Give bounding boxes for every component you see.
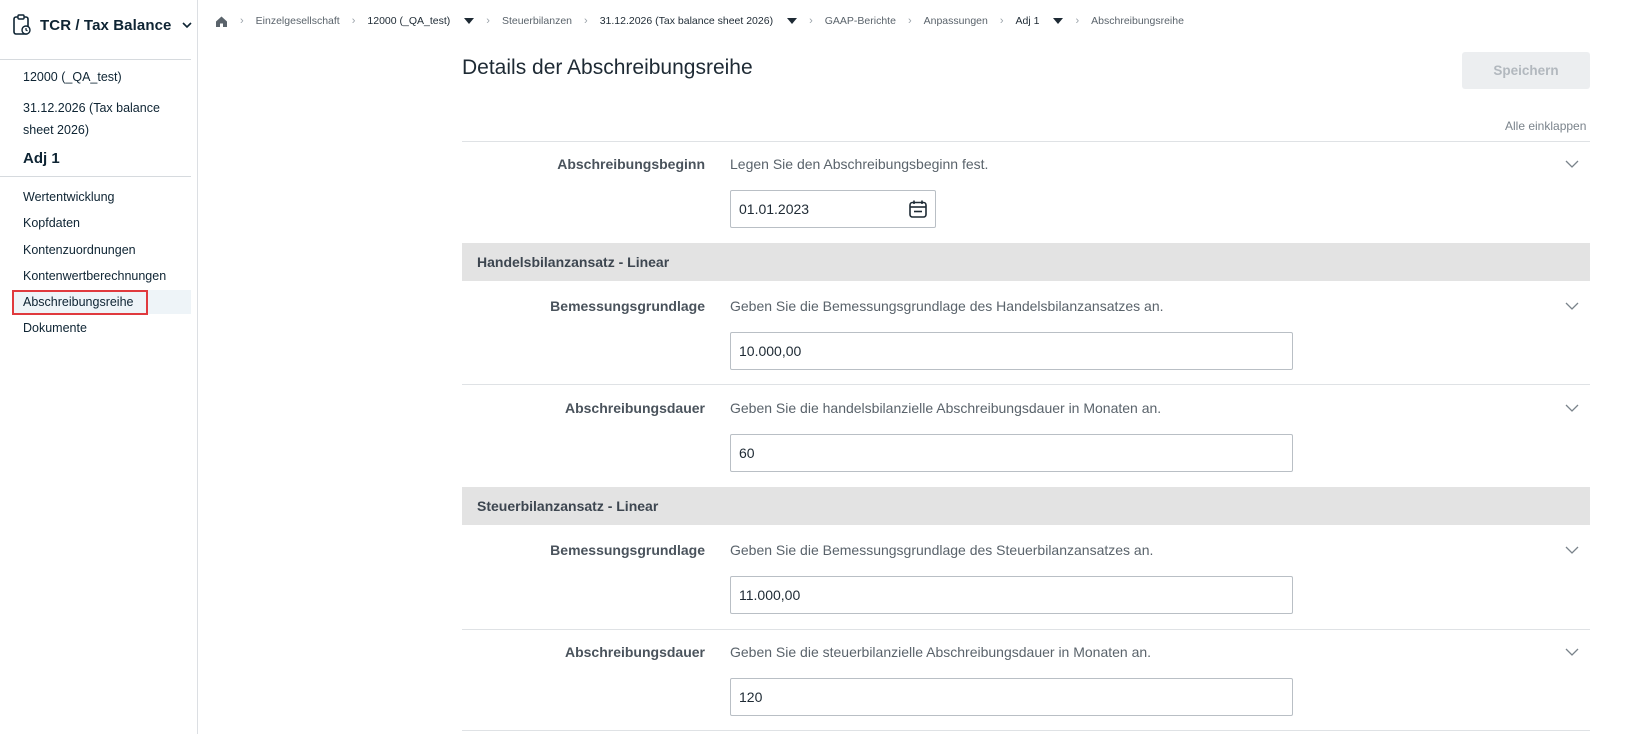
breadcrumb-item[interactable]: Adj 1 xyxy=(1016,15,1040,27)
collapse-all-link[interactable]: Alle einklappen xyxy=(1505,119,1586,133)
home-icon[interactable] xyxy=(215,15,228,28)
divider xyxy=(462,384,1590,385)
field-label-start: Abschreibungsbeginn xyxy=(557,156,705,172)
save-button[interactable]: Speichern xyxy=(1462,52,1590,89)
field-label-duration: Abschreibungsdauer xyxy=(564,400,705,416)
sidebar-item-kopfdaten[interactable]: Kopfdaten xyxy=(23,212,80,234)
chevron-down-icon xyxy=(182,22,193,29)
chevron-down-icon[interactable] xyxy=(1565,545,1579,555)
field-label-basis: Bemessungsgrundlage xyxy=(550,298,705,314)
breadcrumb-separator: › xyxy=(999,15,1004,27)
tax-basis-input[interactable]: 11.000,00 xyxy=(730,576,1293,614)
section-title: Handelsbilanzansatz - Linear xyxy=(477,254,670,270)
app-title: TCR / Tax Balance xyxy=(40,16,172,34)
divider xyxy=(462,730,1590,731)
sidebar-divider xyxy=(0,176,191,177)
field-help-duration: Geben Sie die handelsbilanzielle Abschre… xyxy=(730,400,1162,416)
breadcrumb-item[interactable]: Einzelgesellschaft xyxy=(256,15,340,27)
commercial-basis-input[interactable]: 10.000,00 xyxy=(730,332,1293,370)
breadcrumb-item[interactable]: Steuerbilanzen xyxy=(502,15,572,27)
active-item-highlight xyxy=(12,290,148,315)
breadcrumb-separator: › xyxy=(351,15,356,27)
breadcrumb-separator: › xyxy=(809,15,813,27)
sidebar-item-dokumente[interactable]: Dokumente xyxy=(23,317,87,339)
breadcrumb-item[interactable]: Anpassungen xyxy=(924,15,988,27)
commercial-duration-input[interactable]: 60 xyxy=(730,434,1293,472)
breadcrumb-separator: › xyxy=(907,15,912,27)
field-help-basis: Geben Sie die Bemessungsgrundlage des Ha… xyxy=(730,298,1164,314)
breadcrumb-item[interactable]: 31.12.2026 (Tax balance sheet 2026) xyxy=(600,15,773,27)
field-help-basis: Geben Sie die Bemessungsgrundlage des St… xyxy=(730,542,1154,558)
sidebar-item-wertentwicklung[interactable]: Wertentwicklung xyxy=(23,186,114,208)
sidebar-item-kontenwertberechnungen[interactable]: Kontenwertberechnungen xyxy=(23,265,166,287)
chevron-down-icon[interactable] xyxy=(1565,647,1579,657)
chevron-down-icon[interactable] xyxy=(1565,403,1579,413)
section-header-commercial: Handelsbilanzansatz - Linear xyxy=(462,243,1590,281)
caret-down-icon[interactable] xyxy=(787,18,798,24)
divider xyxy=(462,629,1590,630)
field-help-duration: Geben Sie die steuerbilanzielle Abschrei… xyxy=(730,644,1152,660)
chevron-down-icon[interactable] xyxy=(1565,159,1579,169)
calendar-icon[interactable] xyxy=(908,199,928,219)
clipboard-icon xyxy=(13,14,31,35)
context-adjustment-title: Adj 1 xyxy=(23,150,60,167)
sidebar-item-kontenzuordnungen[interactable]: Kontenzuordnungen xyxy=(23,239,136,261)
breadcrumb-separator: › xyxy=(1075,15,1080,27)
caret-down-icon[interactable] xyxy=(464,18,475,24)
app-switcher[interactable]: TCR / Tax Balance xyxy=(12,12,193,38)
section-title: Steuerbilanzansatz - Linear xyxy=(477,498,659,514)
divider xyxy=(462,141,1590,142)
field-label-duration: Abschreibungsdauer xyxy=(564,644,705,660)
sidebar: TCR / Tax Balance 12000 (_QA_test) 31.12… xyxy=(0,0,198,734)
sidebar-divider xyxy=(0,59,191,60)
context-entity-link[interactable]: 12000 (_QA_test) xyxy=(23,66,122,88)
breadcrumb-separator: › xyxy=(584,15,588,27)
breadcrumb-separator: › xyxy=(486,15,490,27)
breadcrumb-separator: › xyxy=(240,15,244,27)
chevron-down-icon[interactable] xyxy=(1565,301,1579,311)
breadcrumb-current: Abschreibungsreihe xyxy=(1091,15,1184,27)
section-header-tax: Steuerbilanzansatz - Linear xyxy=(462,487,1590,525)
context-period-link[interactable]: 31.12.2026 (Tax balance sheet 2026) xyxy=(23,97,183,141)
tax-duration-input[interactable]: 120 xyxy=(730,678,1293,716)
start-date-input[interactable]: 01.01.2023 xyxy=(730,190,936,228)
field-help-start: Legen Sie den Abschreibungsbeginn fest. xyxy=(730,156,989,172)
caret-down-icon[interactable] xyxy=(1053,18,1064,24)
breadcrumb: › Einzelgesellschaft › 12000 (_QA_test) … xyxy=(215,10,1184,32)
field-label-basis: Bemessungsgrundlage xyxy=(550,542,705,558)
page-title: Details der Abschreibungsreihe xyxy=(462,56,753,79)
breadcrumb-item[interactable]: GAAP-Berichte xyxy=(825,15,896,27)
breadcrumb-item[interactable]: 12000 (_QA_test) xyxy=(367,15,450,27)
